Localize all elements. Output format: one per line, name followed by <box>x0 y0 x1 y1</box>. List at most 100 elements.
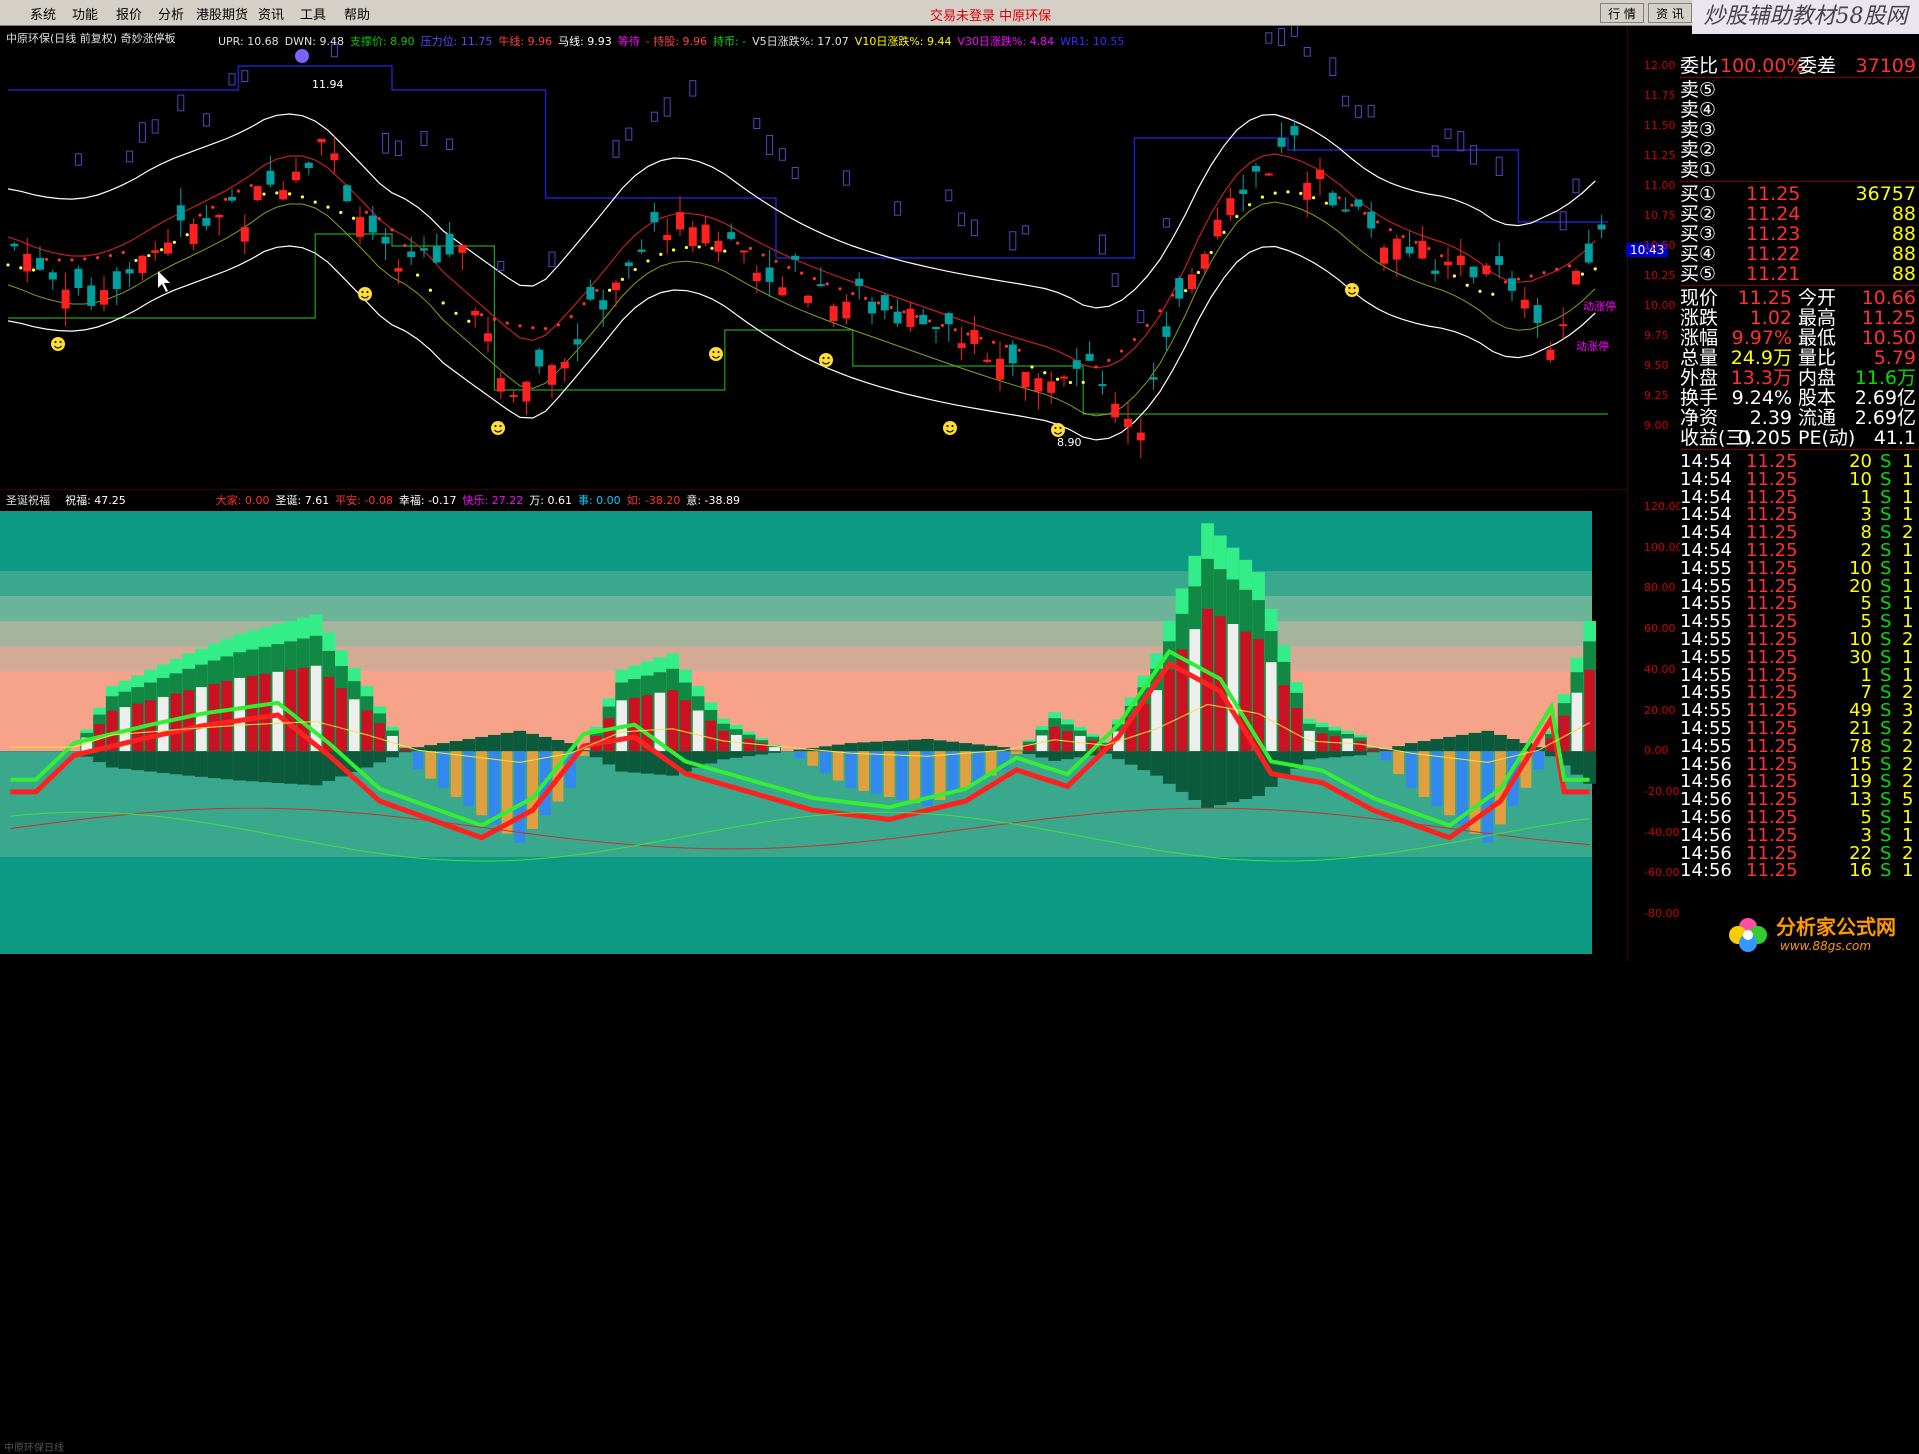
stat-label: 最低 <box>1798 327 1837 349</box>
trend-dot <box>1056 377 1060 381</box>
sub-indicator-value: 万: 0.61 <box>529 494 572 507</box>
trend-dot <box>300 195 304 199</box>
indicator-axis-label: 120.00 <box>1644 500 1683 513</box>
value-bar <box>871 751 882 794</box>
trend-dot <box>761 253 765 257</box>
menu-system[interactable]: 系统 <box>30 4 56 23</box>
indicator-axis-label: 100.00 <box>1644 540 1683 554</box>
value-bar <box>1151 690 1162 752</box>
value-bar <box>412 751 424 770</box>
value-bar <box>1265 662 1277 752</box>
menu-function[interactable]: 功能 <box>72 4 98 23</box>
value-bar <box>705 720 717 752</box>
trend-dot <box>147 253 151 258</box>
main-indicator-value: V10日涨跌%: 9.44 <box>854 35 952 48</box>
mirror-bar <box>602 751 616 765</box>
trend-dot <box>582 302 586 306</box>
mirror-bar <box>233 751 246 781</box>
price-axis-label: 11.00 <box>1644 179 1676 192</box>
mirror-bar <box>1366 751 1380 753</box>
trend-dot <box>1004 344 1009 348</box>
mirror-bar <box>1213 751 1227 806</box>
candle <box>765 267 774 282</box>
candle <box>1021 372 1030 388</box>
value-bar <box>1584 669 1595 752</box>
mirror-bar <box>1124 751 1138 765</box>
trend-dot <box>185 233 189 237</box>
trend-dot <box>480 313 484 317</box>
tick-row: 14:56 11.25 5 S 1 <box>1680 808 1919 828</box>
trend-dot <box>1401 234 1405 239</box>
bg-band <box>0 511 1592 571</box>
mirror-bar <box>857 742 871 752</box>
divider <box>1680 77 1919 78</box>
trend-dot <box>1120 349 1124 353</box>
main-indicator-value: WR1: 10.55 <box>1060 35 1125 48</box>
candle <box>1495 256 1504 265</box>
trend-dot <box>441 301 445 305</box>
candle <box>599 300 608 310</box>
candle <box>1559 324 1568 327</box>
weicha-label: 委差 <box>1798 55 1837 77</box>
candle <box>663 234 672 241</box>
candle <box>1264 173 1273 176</box>
menu-help[interactable]: 帮助 <box>344 4 370 23</box>
candle <box>509 394 518 397</box>
smiley-eye <box>59 341 62 343</box>
indicator-panel[interactable]: 圣诞祝福 祝福: 47.25 大家: 0.00 圣诞: 7.61 平安: -0.08 幸… <box>0 489 1683 1454</box>
trend-dot <box>1196 270 1200 275</box>
candle <box>816 284 825 287</box>
menu-tools[interactable]: 工具 <box>300 4 326 23</box>
tick-side: S <box>1880 860 1892 882</box>
market-button[interactable]: 行 情 <box>1600 3 1644 23</box>
trend-dot <box>1363 211 1367 215</box>
mirror-bar <box>946 741 960 752</box>
trend-dot <box>416 273 420 277</box>
trend-dot <box>172 240 176 244</box>
mirror-bar <box>1468 732 1482 752</box>
candle <box>573 339 582 345</box>
trend-dot <box>851 292 855 296</box>
trend-dot <box>595 288 599 292</box>
menu-analysis[interactable]: 分析 <box>158 4 184 23</box>
menu-news[interactable]: 资讯 <box>258 4 284 23</box>
kline-chart-panel[interactable]: 中原环保(日线 前复权) 奇妙涨停板 UPR: 10.68 DWN: 9.48 支撑… <box>0 26 1676 488</box>
trend-dot <box>339 210 343 215</box>
trend-dot <box>544 327 548 331</box>
trend-dot <box>44 257 49 261</box>
main-indicator-value: V5日涨跌%: 17.07 <box>752 35 849 48</box>
trend-dot <box>211 205 215 209</box>
news-button[interactable]: 资 讯 <box>1648 3 1692 23</box>
candle <box>1431 270 1440 274</box>
value-bar <box>272 671 284 752</box>
main-indicator-value: 支撑价: 8.90 <box>349 35 415 48</box>
smiley-icon <box>1051 423 1065 437</box>
smiley-eye <box>712 351 715 353</box>
trend-dot <box>364 210 368 214</box>
menu-hk-futures[interactable]: 港股期货 <box>196 4 248 23</box>
mirror-bar <box>118 751 132 769</box>
candle <box>714 240 723 252</box>
tick-row: 14:56 11.25 16 S 1 <box>1680 860 1919 882</box>
smiley-eye <box>54 341 57 343</box>
smiley-eye <box>1054 427 1057 429</box>
menu-quote[interactable]: 报价 <box>116 4 142 23</box>
trend-dot <box>1414 240 1418 244</box>
buy-label: 买① <box>1680 183 1717 205</box>
trend-dot <box>108 253 112 258</box>
mirror-bar <box>487 734 501 752</box>
candle <box>1277 137 1286 147</box>
candle <box>356 217 364 237</box>
mirror-bar <box>309 751 323 786</box>
indicator-axis-label: 0.00 <box>1644 744 1669 758</box>
mirror-bar <box>1430 738 1444 752</box>
trend-dot <box>6 263 10 267</box>
stat-value: 10.50 <box>1861 327 1916 349</box>
candle <box>74 268 83 289</box>
candle <box>1328 192 1337 206</box>
menu-bar: 系统 功能 报价 分析 港股期货 资讯 工具 帮助 交易未登录 中原环保 行 情… <box>0 0 1919 26</box>
trend-dot <box>1593 267 1597 271</box>
mirror-bar <box>1328 751 1342 758</box>
trend-dot <box>249 183 253 188</box>
candle <box>548 365 556 385</box>
